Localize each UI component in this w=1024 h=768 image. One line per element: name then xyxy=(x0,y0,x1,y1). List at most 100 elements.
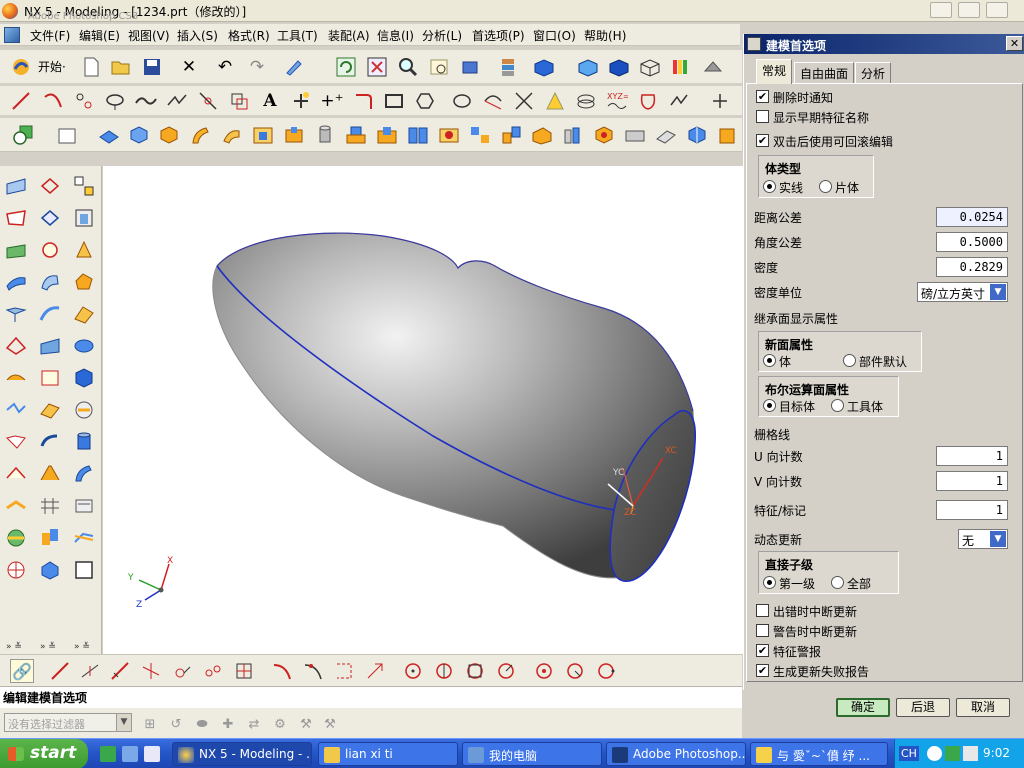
offset-curve-icon[interactable] xyxy=(228,90,250,112)
taper-icon[interactable] xyxy=(624,124,646,146)
quicklaunch-desktop-icon[interactable] xyxy=(122,746,138,762)
chamfer-icon[interactable] xyxy=(562,124,584,146)
tray-app-icon[interactable] xyxy=(945,746,960,761)
ellipse-icon[interactable] xyxy=(104,90,126,112)
sweep-icon[interactable] xyxy=(190,124,212,146)
snap-face-point-icon[interactable] xyxy=(332,659,356,683)
delete-icon[interactable]: ✕ xyxy=(178,56,200,78)
sew-icon[interactable] xyxy=(4,366,28,390)
thicken-icon[interactable] xyxy=(72,334,96,358)
solid-body-icon[interactable] xyxy=(72,366,96,390)
quick-pick-icon[interactable]: ⚒ xyxy=(294,712,318,736)
boolean-face-tool-radio[interactable] xyxy=(831,399,844,412)
swept-surface-icon[interactable] xyxy=(4,270,28,294)
ruled-surface-icon[interactable] xyxy=(4,238,28,262)
redo-icon[interactable]: ↷ xyxy=(246,56,268,78)
move-face-icon[interactable] xyxy=(38,526,62,550)
render-style-icon[interactable] xyxy=(702,56,724,78)
cylinder-icon[interactable] xyxy=(314,124,336,146)
face-blend-icon[interactable] xyxy=(72,398,96,422)
snap-arc-end-icon[interactable] xyxy=(594,659,618,683)
color-palette-icon[interactable] xyxy=(670,56,692,78)
density-unit-dropdown[interactable]: 磅/立方英寸 ▼ xyxy=(917,282,1008,302)
snap-lock-icon[interactable]: 🔗 xyxy=(10,659,34,683)
bridge-curve-icon[interactable] xyxy=(482,90,504,112)
v-count-input[interactable]: 1 xyxy=(936,471,1008,491)
bridge-surface-icon[interactable] xyxy=(38,398,62,422)
fit-view-icon[interactable] xyxy=(366,56,388,78)
extrude-icon[interactable] xyxy=(98,124,120,146)
snap-arc-icon[interactable] xyxy=(563,659,587,683)
pattern-feature-icon[interactable] xyxy=(469,124,491,146)
spline-icon[interactable] xyxy=(135,90,157,112)
fail-report-checkbox[interactable]: ✔ xyxy=(756,664,769,677)
blend-solid-icon[interactable] xyxy=(72,462,96,486)
text-icon[interactable]: A xyxy=(259,90,281,112)
language-indicator[interactable]: CH xyxy=(899,746,919,761)
edge-blend-icon[interactable] xyxy=(531,124,553,146)
select-all-icon[interactable]: ✚ xyxy=(216,712,240,736)
task-nx-modeling[interactable]: NX 5 - Modeling - ... xyxy=(172,742,312,766)
chevron-down-icon[interactable]: ▼ xyxy=(990,531,1006,547)
children-all-radio[interactable] xyxy=(831,576,844,589)
groove-icon[interactable] xyxy=(438,124,460,146)
through-curves-icon[interactable] xyxy=(38,238,62,262)
refresh-icon[interactable] xyxy=(335,56,357,78)
start-button[interactable]: start xyxy=(0,739,88,768)
snap-curve-point-icon[interactable] xyxy=(270,659,294,683)
snap-intersection-icon[interactable] xyxy=(139,659,163,683)
menu-format[interactable]: 格式(R) xyxy=(228,27,270,44)
task-chat[interactable]: 与 愛ˇ~ˋ僨 纾 ... xyxy=(750,742,888,766)
snap-circle-square-icon[interactable] xyxy=(463,659,487,683)
tab-general[interactable]: 常规 xyxy=(756,59,793,84)
menu-preferences[interactable]: 首选项(P) xyxy=(472,27,525,44)
split-body-icon[interactable] xyxy=(686,124,708,146)
chevron-down-icon[interactable]: ▼ xyxy=(990,284,1006,300)
menu-window[interactable]: 窗口(O) xyxy=(533,27,576,44)
datum-plane-square-icon[interactable] xyxy=(72,558,96,582)
rotate-view-icon[interactable] xyxy=(459,56,481,78)
undo-select-icon[interactable]: ↺ xyxy=(164,712,188,736)
studio-spline-icon[interactable] xyxy=(166,90,188,112)
angle-tol-input[interactable]: 0.5000 xyxy=(936,232,1008,252)
surface-from-poles-icon[interactable] xyxy=(38,174,62,198)
tray-volume-icon[interactable] xyxy=(963,746,978,761)
pad-icon[interactable] xyxy=(345,124,367,146)
match-edge-icon[interactable] xyxy=(4,494,28,518)
styled-corner-icon[interactable] xyxy=(38,430,62,454)
intersect-curve-icon[interactable] xyxy=(513,90,535,112)
curve-network-icon[interactable] xyxy=(38,494,62,518)
pocket-icon[interactable] xyxy=(376,124,398,146)
tab-analysis[interactable]: 分析 xyxy=(855,62,892,83)
zoom-in-out-icon[interactable] xyxy=(428,56,450,78)
hole-icon[interactable] xyxy=(252,124,274,146)
polygon-icon[interactable] xyxy=(414,90,436,112)
layer-settings-icon[interactable] xyxy=(497,56,519,78)
distance-tol-input[interactable]: 0.0254 xyxy=(936,207,1008,227)
snap-existing-point-icon[interactable] xyxy=(363,659,387,683)
n-sided-surface-icon[interactable] xyxy=(72,270,96,294)
colored-sphere-icon[interactable] xyxy=(4,526,28,550)
point-icon[interactable] xyxy=(73,90,95,112)
body-type-solid-radio[interactable] xyxy=(763,180,776,193)
menu-file[interactable]: 文件(F) xyxy=(30,27,70,44)
project-curve-icon[interactable] xyxy=(544,90,566,112)
silhouette-flange-icon[interactable] xyxy=(38,462,62,486)
snap-arc-center-icon[interactable] xyxy=(170,659,194,683)
type-filter-dropdown[interactable]: 没有选择过滤器 ▼ xyxy=(4,713,132,732)
break-on-error-checkbox[interactable] xyxy=(756,604,769,617)
law-curve-icon[interactable]: XYZ= xyxy=(606,90,628,112)
snap-midpoint-icon[interactable] xyxy=(78,659,102,683)
menu-analysis[interactable]: 分析(L) xyxy=(422,27,462,44)
snap-control-point-icon[interactable] xyxy=(108,659,132,683)
minimize-button[interactable] xyxy=(930,2,952,18)
surface-through-points-icon[interactable] xyxy=(4,174,28,198)
slot-icon[interactable] xyxy=(407,124,429,146)
point-set-icon[interactable]: +⁺ xyxy=(320,90,343,112)
trim-curve-icon[interactable] xyxy=(709,90,731,112)
wrap-curve-icon[interactable] xyxy=(575,90,597,112)
close-icon[interactable]: ✕ xyxy=(1006,36,1023,51)
delete-notify-checkbox[interactable]: ✔ xyxy=(756,90,769,103)
block-icon[interactable] xyxy=(158,124,180,146)
dynamic-update-dropdown[interactable]: 无 ▼ xyxy=(958,529,1008,549)
